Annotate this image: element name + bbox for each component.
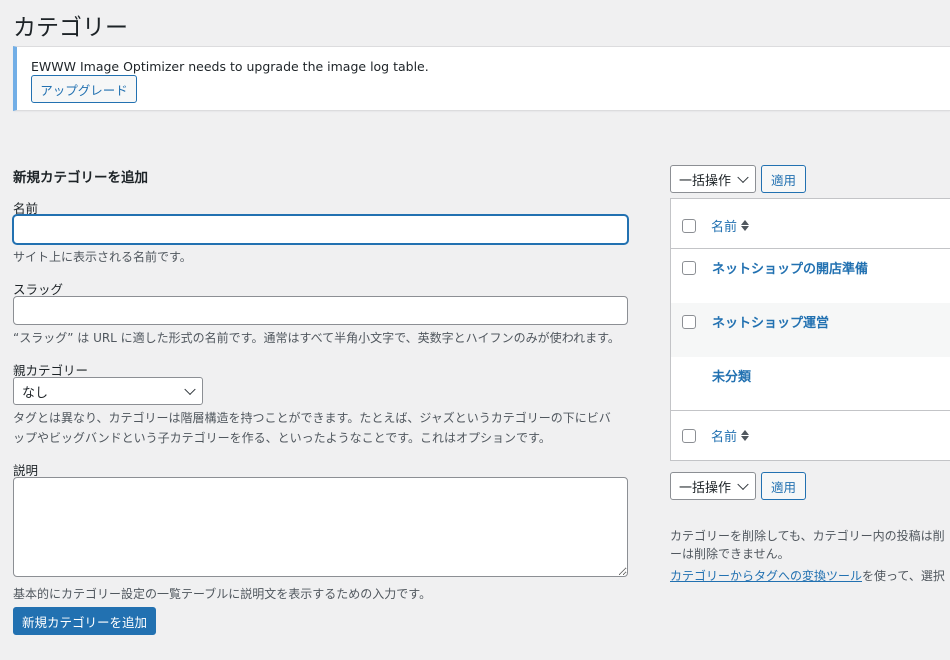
column-name-label-footer: 名前 <box>711 430 738 445</box>
description-textarea[interactable] <box>13 477 628 577</box>
add-category-heading: 新規カテゴリーを追加 <box>13 170 148 186</box>
table-row: 未分類 <box>671 357 950 411</box>
table-footer: 名前 <box>671 410 950 460</box>
category-link[interactable]: ネットショップの開店準備 <box>712 258 868 277</box>
parent-category-description-2: ップやビッグバンドという子カテゴリーを作る、といったようなことです。これはオプシ… <box>13 431 551 445</box>
page-title: カテゴリー <box>13 15 128 41</box>
row-checkbox[interactable] <box>682 261 696 275</box>
chevron-down-icon <box>184 383 196 396</box>
column-name-sort[interactable]: 名前 <box>711 216 750 235</box>
parent-category-description-1: タグとは異なり、カテゴリーは階層構造を持つことができます。たとえば、ジャズという… <box>13 411 611 425</box>
upgrade-button[interactable]: アップグレード <box>31 75 137 103</box>
convert-note-rest: を使って、選択 <box>862 569 945 583</box>
slug-input[interactable] <box>13 296 628 325</box>
delete-note-line1: カテゴリーを削除しても、カテゴリー内の投稿は削 <box>670 529 945 543</box>
convert-tool-link[interactable]: カテゴリーからタグへの変換ツール <box>670 569 862 583</box>
name-input[interactable] <box>13 215 628 244</box>
category-table: 名前 ネットショップの開店準備 ネットショップ運営 未分類 名前 <box>670 198 950 461</box>
parent-category-selected: なし <box>22 385 49 401</box>
notice-message: EWWW Image Optimizer needs to upgrade th… <box>31 59 429 74</box>
row-checkbox[interactable] <box>682 315 696 329</box>
parent-category-select[interactable]: なし <box>13 377 203 405</box>
select-all-checkbox[interactable] <box>682 219 696 233</box>
chevron-down-icon <box>737 171 749 184</box>
chevron-down-icon <box>737 478 749 491</box>
delete-note-line2: ーは削除できません。 <box>670 547 790 561</box>
bulk-action-label-top: 一括操作 <box>679 173 732 189</box>
select-all-checkbox-footer[interactable] <box>682 429 696 443</box>
table-header: 名前 <box>671 199 950 249</box>
column-name-sort-footer[interactable]: 名前 <box>711 426 750 445</box>
apply-button-bottom[interactable]: 適用 <box>761 472 806 500</box>
category-link[interactable]: 未分類 <box>712 366 751 385</box>
name-description: サイト上に表示される名前です。 <box>13 250 192 264</box>
sort-icon <box>741 430 750 441</box>
apply-button-top[interactable]: 適用 <box>761 165 806 193</box>
convert-note: カテゴリーからタグへの変換ツールを使って、選択 <box>670 567 945 584</box>
table-row: ネットショップ運営 <box>671 303 950 357</box>
column-name-label: 名前 <box>711 220 738 235</box>
slug-description: “スラッグ” は URL に適した形式の名前です。通常はすべて半角小文字で、英数… <box>13 331 620 345</box>
add-category-button[interactable]: 新規カテゴリーを追加 <box>13 607 156 635</box>
category-link[interactable]: ネットショップ運営 <box>712 312 829 331</box>
bulk-action-select-top[interactable]: 一括操作 <box>670 165 756 193</box>
table-row: ネットショップの開店準備 <box>671 249 950 303</box>
bulk-action-select-bottom[interactable]: 一括操作 <box>670 472 756 500</box>
sort-icon <box>741 220 750 231</box>
upgrade-notice: EWWW Image Optimizer needs to upgrade th… <box>13 46 950 111</box>
description-help: 基本的にカテゴリー設定の一覧テーブルに説明文を表示するための入力です。 <box>13 587 432 601</box>
bulk-action-label-bottom: 一括操作 <box>679 480 732 496</box>
